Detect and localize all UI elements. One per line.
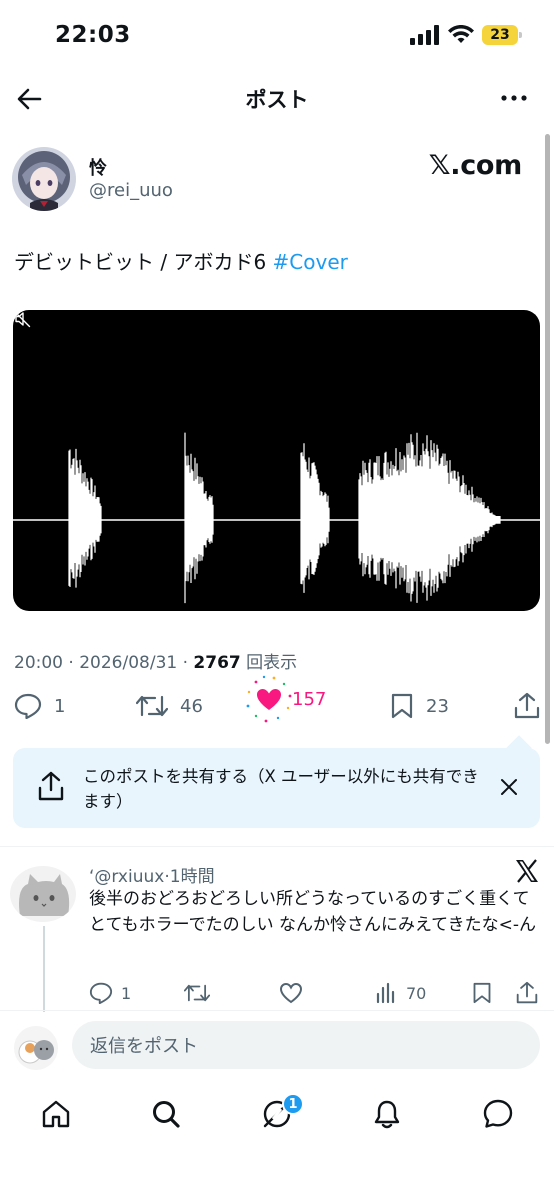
bookmark-count: 23 (426, 695, 449, 717)
bottom-tab-bar (0, 1090, 554, 1150)
post-date: 2026/08/31 (79, 653, 178, 673)
muted-speaker-icon[interactable] (13, 310, 31, 328)
author-avatar[interactable] (12, 147, 76, 211)
reply-views-count: 70 (406, 983, 427, 1003)
page-title: ポスト (245, 88, 309, 112)
divider (0, 846, 554, 847)
notifications-icon[interactable] (371, 1098, 403, 1130)
close-icon[interactable] (500, 778, 518, 796)
post-text: デビットビット / アボカド6 #Cover (14, 246, 348, 275)
home-icon[interactable] (40, 1098, 72, 1130)
like-count: 157 (292, 688, 327, 710)
share-icon (516, 981, 538, 1004)
hashtag-link[interactable]: #Cover (273, 250, 348, 274)
xcom-watermark: 𝕏.com (428, 150, 523, 181)
heart-filled-icon (246, 675, 292, 723)
reply-share-button[interactable] (516, 981, 538, 1005)
reply-reply-button[interactable]: 1 (89, 982, 131, 1004)
reply-input[interactable]: 返信をポスト (72, 1021, 540, 1069)
author-handle[interactable]: @rei_uuo (89, 180, 173, 201)
heart-icon (279, 982, 303, 1004)
views-label: 回表示 (246, 653, 298, 673)
reply-meta: ‘@rxiuux·1時間 (89, 867, 215, 887)
video-player[interactable] (13, 310, 540, 611)
reply-icon (89, 982, 113, 1004)
reply-handle[interactable]: ‘@rxiuux (89, 867, 164, 887)
reply-input-placeholder: 返信をポスト (90, 1036, 198, 1057)
reply-count: 1 (54, 695, 66, 717)
reply-like-button[interactable] (279, 982, 303, 1004)
status-icons: 23 (410, 25, 522, 45)
post-time: 20:00 (14, 653, 63, 673)
share-banner-text: このポストを共有する（X ユーザー以外にも共有できます） (83, 767, 479, 811)
analytics-icon (376, 982, 395, 1004)
share-icon (38, 771, 64, 801)
status-time: 22:03 (55, 22, 131, 48)
like-button[interactable]: 157 (244, 674, 326, 724)
repost-icon (184, 984, 210, 1002)
divider (0, 1010, 554, 1011)
bookmark-button[interactable]: 23 (390, 693, 449, 719)
grok-notification-badge: 1 (282, 1093, 304, 1115)
battery-indicator: 23 (482, 25, 522, 45)
audio-waveform (13, 432, 540, 604)
my-avatar[interactable] (14, 1026, 58, 1070)
bookmark-icon (473, 982, 491, 1004)
post-body: デビットビット / アボカド6 (14, 250, 273, 274)
cellular-signal-icon (410, 25, 439, 45)
status-bar: 22:03 23 (0, 0, 554, 72)
reply-text: 後半のおどろおどろしい所どうなっているのすごく重くてとてもホラーでたのしい なん… (89, 889, 537, 935)
reply-bookmark-button[interactable] (472, 982, 492, 1004)
reply-action-bar: 1 70 (0, 980, 554, 1010)
nav-header: ポスト (0, 72, 554, 126)
reply-author-avatar[interactable] (10, 866, 76, 922)
scrollbar[interactable] (545, 134, 550, 744)
share-icon (514, 692, 540, 719)
repost-button[interactable]: 46 (136, 693, 203, 719)
messages-icon[interactable] (482, 1098, 514, 1130)
author-name[interactable]: 怜 (89, 154, 107, 180)
reply-icon (14, 693, 42, 719)
more-options-icon[interactable] (500, 86, 528, 110)
reply-views[interactable]: 70 (376, 982, 426, 1004)
views-count: 2767 (193, 653, 241, 673)
bookmark-icon (391, 693, 413, 719)
search-icon[interactable] (150, 1098, 182, 1130)
share-button[interactable] (514, 692, 540, 720)
share-tooltip-banner[interactable]: このポストを共有する（X ユーザー以外にも共有できます） (13, 748, 540, 828)
reply-reply-count: 1 (121, 983, 132, 1003)
post-meta: 20:00 · 2026/08/31 · 2767 回表示 (14, 653, 298, 673)
repost-icon (136, 695, 168, 717)
repost-count: 46 (180, 695, 203, 717)
x-logo-icon (516, 859, 538, 883)
wifi-icon (448, 25, 474, 43)
reply-time: 1時間 (169, 867, 215, 887)
post-action-bar: 1 46 157 23 (0, 675, 554, 728)
reply-button[interactable]: 1 (14, 693, 65, 719)
reply-repost-button[interactable] (184, 982, 210, 1004)
